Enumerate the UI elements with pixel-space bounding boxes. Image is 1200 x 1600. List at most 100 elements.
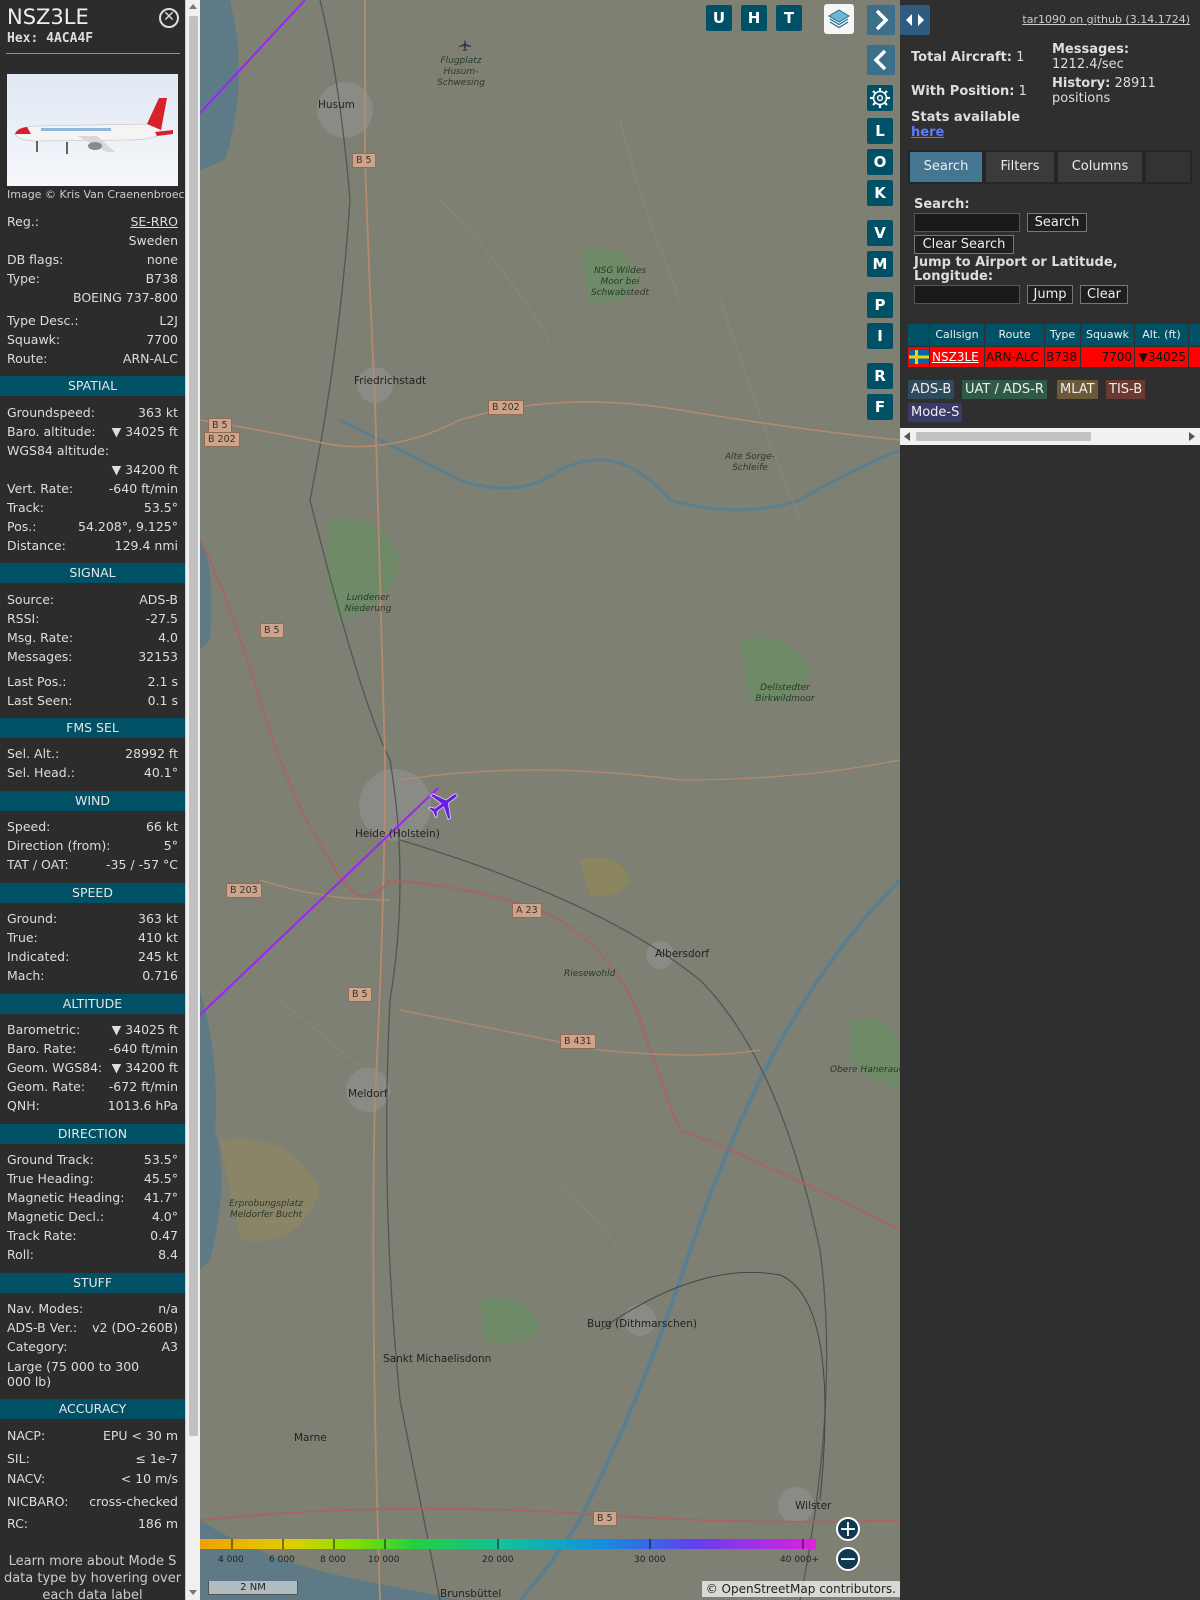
place-brunsbuttel: Brunsbüttel [440,1588,502,1600]
sidebar: tar1090 on github (3.14.1724) Total Airc… [900,0,1200,1600]
legend-30000: 30 000 [634,1555,666,1565]
learn-more-text: Learn more about Mode S data type by hov… [3,1554,182,1600]
tab-empty [1146,152,1190,182]
airport-icon [459,39,471,51]
map-tiles [200,0,900,1600]
place-flugplatz: Flugplatz Husum-Schwesing [437,56,485,88]
map-attribution: © OpenStreetMap contributors. [701,1581,900,1597]
table-row[interactable] [908,347,930,367]
map-view[interactable]: Husum Flugplatz Husum-Schwesing Friedric… [200,0,900,1600]
button-t[interactable]: T [776,5,802,31]
table-header-route[interactable]: Route [985,324,1045,346]
legend-10000: 10 000 [368,1555,400,1565]
zoom-out-button[interactable]: − [836,1547,860,1571]
place-nsg-wildes-moor: NSG Wildes Moor bei Schwabstedt [591,266,649,298]
section-direction: DIRECTION [0,1124,185,1144]
badge-tisb[interactable]: TIS-B [1106,380,1146,399]
legend-4000: 4 000 [218,1555,244,1565]
place-lundener-niederung: Lundener Niederung [344,593,392,614]
jump-input[interactable] [914,285,1020,304]
stats-here-link[interactable]: here [911,125,944,140]
button-v[interactable]: V [867,220,893,246]
table-cell-squawk: 7700 [1081,347,1135,367]
aircraft-photo[interactable] [7,74,178,186]
osm-link[interactable]: OpenStreetMap [722,1582,816,1596]
button-k[interactable]: K [867,180,893,206]
clear-button[interactable]: Clear [1080,285,1128,304]
table-horizontal-scrollbar[interactable] [900,428,1200,445]
place-burg: Burg (Dithmarschen) [587,1318,697,1330]
with-position: With Position: 1 [911,84,1027,99]
collapse-sidebar-button[interactable] [867,45,895,75]
aircraft-marker-icon[interactable] [426,786,462,822]
expand-sidebar-button[interactable] [867,5,895,35]
place-albersdorf: Albersdorf [655,948,710,960]
tab-filters[interactable]: Filters [986,152,1054,182]
close-icon[interactable]: ✕ [159,8,179,28]
place-marne: Marne [294,1432,327,1444]
table-header-callsign[interactable]: Callsign [930,324,985,346]
scroll-left-icon[interactable] [903,432,911,441]
button-f[interactable]: F [867,394,893,420]
scroll-right-icon[interactable] [1188,432,1196,441]
legend-6000: 6 000 [269,1555,295,1565]
button-m[interactable]: M [867,251,893,277]
jump-button[interactable]: Jump [1027,285,1073,304]
aircraft-table: Callsign Route Type Squawk Alt. (ft) NSZ… [908,324,1200,368]
legend-8000: 8 000 [320,1555,346,1565]
tab-columns[interactable]: Columns [1058,152,1142,182]
table-cell-callsign[interactable]: NSZ3LE [930,347,985,367]
section-signal: SIGNAL [0,563,185,583]
toggle-sidebar-width-button[interactable] [900,5,930,35]
info-hex: Hex: 4ACA4F [7,31,94,46]
settings-button[interactable] [867,85,893,111]
search-input[interactable] [914,213,1020,232]
table-header-type[interactable]: Type [1045,324,1081,346]
road-b202: B 202 [204,432,240,447]
button-p[interactable]: P [867,292,893,318]
section-spatial: SPATIAL [0,376,185,396]
table-cell-more [1189,347,1200,367]
layers-button[interactable] [824,4,854,34]
button-o[interactable]: O [867,149,893,175]
button-u[interactable]: U [706,5,732,31]
clear-search-button[interactable]: Clear Search [914,235,1014,254]
zoom-in-button[interactable]: + [836,1517,860,1541]
section-altitude: ALTITUDE [0,994,185,1014]
place-riesewohld: Riesewohld [564,969,616,979]
badge-adsb[interactable]: ADS-B [908,380,955,399]
place-alte-sorge-schleife: Alte Sorge-Schleife [724,452,775,473]
table-header-more[interactable] [1189,324,1200,346]
badge-mlat[interactable]: MLAT [1057,380,1098,399]
place-wilster: Wilster [795,1500,832,1512]
section-speed: SPEED [0,883,185,903]
table-scrollbar-thumb[interactable] [916,432,1091,441]
badge-modes[interactable]: Mode-S [908,403,963,422]
info-scrollbar[interactable] [185,0,200,1600]
road-b5: B 5 [352,153,376,168]
road-b5: B 5 [208,418,232,433]
place-sankt-michaelisdonn: Sankt Michaelisdonn [383,1353,492,1365]
search-button[interactable]: Search [1027,213,1087,232]
chevron-right-icon [875,9,889,31]
button-l[interactable]: L [867,118,893,144]
section-wind: WIND [0,791,185,811]
table-header-alt[interactable]: Alt. (ft) [1135,324,1189,346]
table-header-squawk[interactable]: Squawk [1081,324,1135,346]
layers-icon [828,9,850,29]
category-description: Large (75 000 to 300 000 lb) [7,1359,140,1389]
road-b202: B 202 [488,400,524,415]
github-version-link[interactable]: tar1090 on github (3.14.1724) [1022,13,1190,26]
place-friedrichstadt: Friedrichstadt [354,375,427,387]
reg-link[interactable]: SE-RRO [130,214,178,230]
button-i[interactable]: I [867,323,893,349]
badge-uat[interactable]: UAT / ADS-R [962,380,1047,399]
divider [6,53,180,54]
button-h[interactable]: H [741,5,767,31]
road-b5: B 5 [593,1511,617,1526]
place-meldorf: Meldorf [348,1088,388,1100]
aircraft-info-panel: NSZ3LE Hex: 4ACA4F ✕ Image © Kris Van Cr… [0,0,200,1600]
button-r[interactable]: R [867,363,893,389]
info-scrollbar-thumb[interactable] [189,16,198,1436]
tab-search[interactable]: Search [910,152,982,182]
